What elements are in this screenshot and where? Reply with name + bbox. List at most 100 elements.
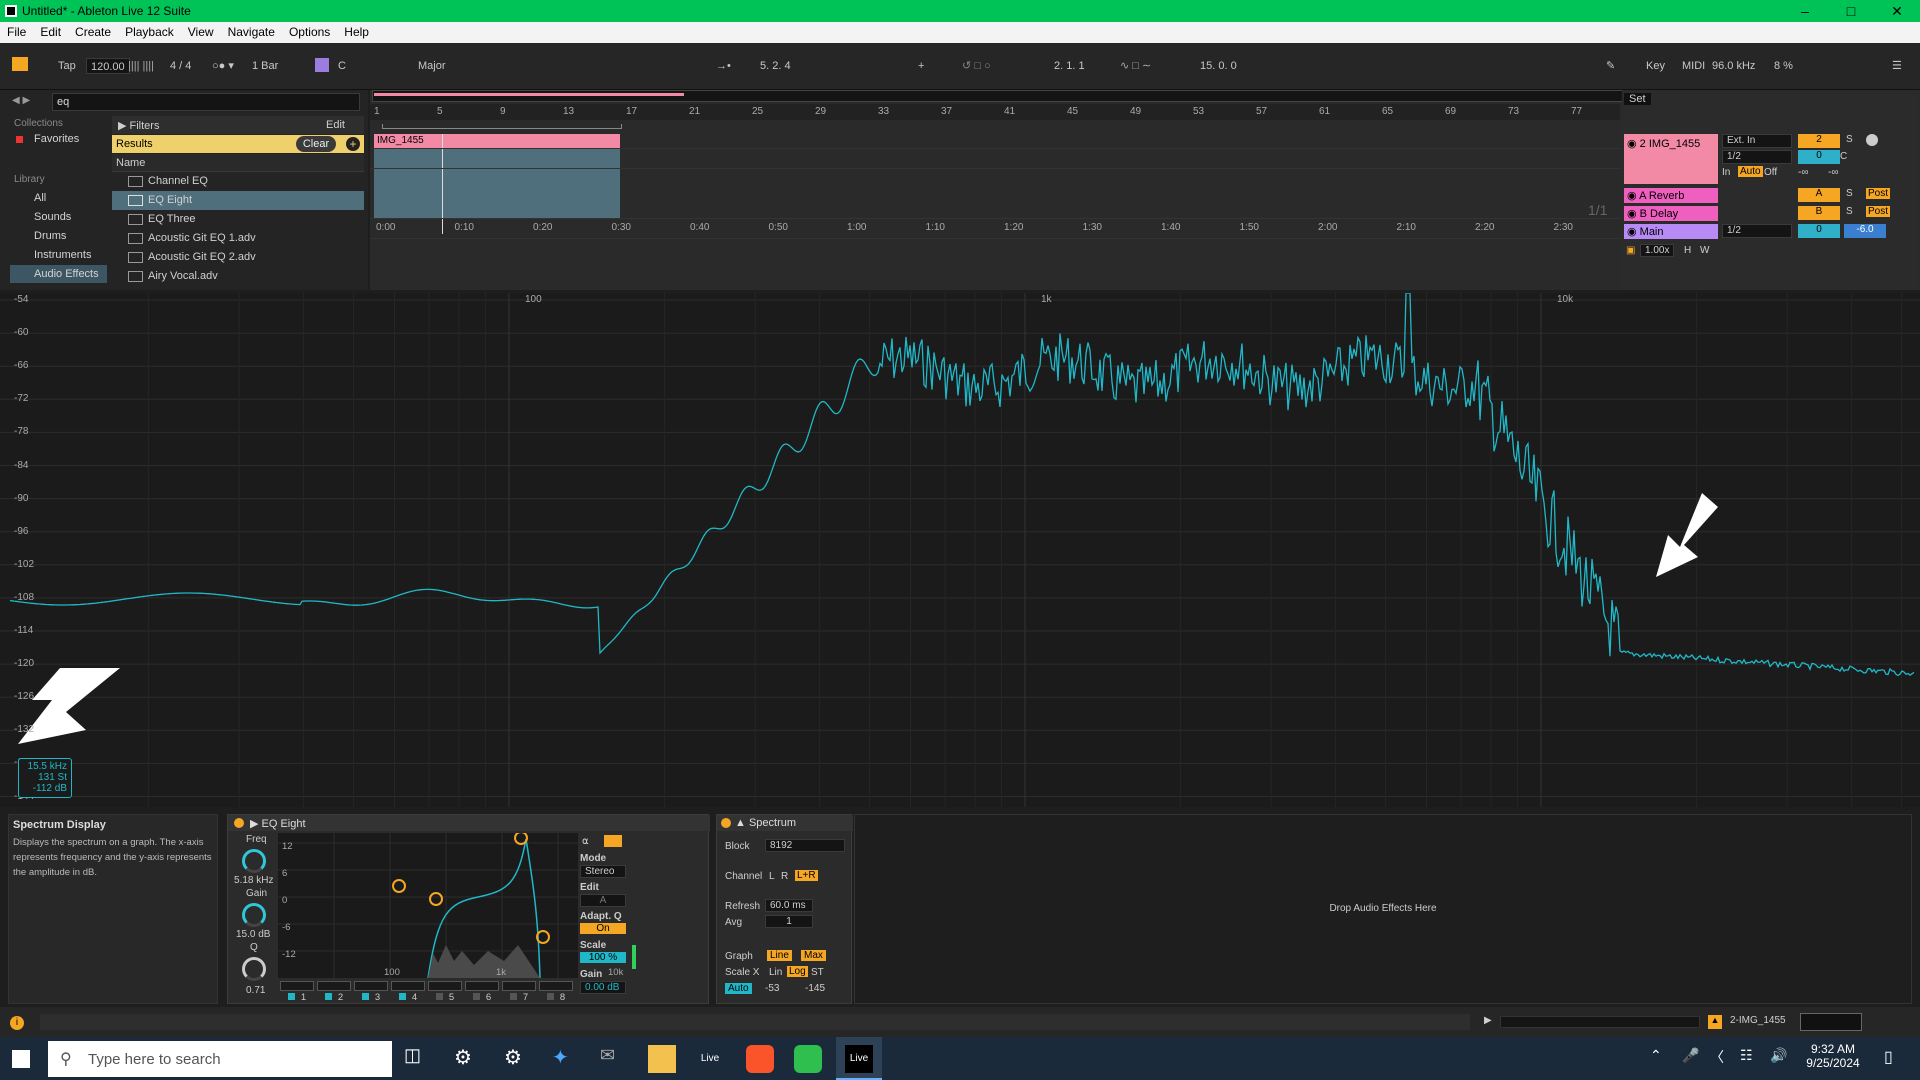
library-sounds[interactable]: Sounds: [34, 211, 71, 223]
task-view-icon[interactable]: ◫: [404, 1045, 432, 1073]
zoom-h[interactable]: H: [1684, 245, 1691, 256]
song-position[interactable]: 5. 2. 4: [760, 58, 791, 74]
filter-type-select[interactable]: [280, 981, 314, 991]
volume-icon[interactable]: 🔊: [1770, 1047, 1787, 1064]
browser-search-input[interactable]: eq: [52, 93, 360, 111]
return-b-solo[interactable]: S: [1846, 206, 1853, 217]
return-track-b[interactable]: ◉ B Delay: [1624, 206, 1718, 221]
freq-knob[interactable]: [242, 849, 266, 873]
track-volume[interactable]: 0: [1798, 150, 1840, 164]
device-on-icon[interactable]: [721, 818, 731, 828]
loop-length[interactable]: 15. 0. 0: [1200, 58, 1237, 74]
capture-icon[interactable]: ↺ □ ○: [962, 58, 991, 74]
metronome-icon[interactable]: |||| ||||: [128, 58, 154, 74]
selected-track-name[interactable]: 2-IMG_1455: [1730, 1015, 1786, 1026]
channel-lr[interactable]: L+R: [795, 870, 818, 881]
library-audio-effects[interactable]: Audio Effects: [34, 268, 99, 280]
band-enable-toggle[interactable]: [361, 993, 369, 1000]
graph-line[interactable]: Line: [767, 950, 792, 961]
eq-band-5[interactable]: 5: [428, 981, 462, 1003]
follow-icon[interactable]: ○● ▾: [212, 58, 234, 74]
back-forward-icon[interactable]: ◀ ▶: [12, 95, 30, 106]
range-high[interactable]: -145: [805, 983, 825, 994]
channel-l[interactable]: L: [769, 871, 775, 882]
menu-lines-icon[interactable]: ☰: [1892, 58, 1902, 74]
browser-item[interactable]: Channel EQ: [112, 172, 364, 191]
draw-mode-icon[interactable]: ✎: [1606, 58, 1615, 74]
refresh-value[interactable]: 60.0 ms: [765, 899, 813, 912]
scale-mode-icon[interactable]: [315, 58, 329, 72]
output-gain-value[interactable]: 0.00 dB: [580, 981, 626, 994]
menu-file[interactable]: File: [0, 22, 33, 42]
follow-arrow-icon[interactable]: →•: [716, 58, 731, 74]
track-pan[interactable]: C: [1840, 151, 1847, 162]
main-volume[interactable]: 0: [1798, 224, 1840, 238]
eq-band-7[interactable]: 7: [502, 981, 536, 1003]
clear-results-button[interactable]: Clear: [296, 136, 336, 152]
clip-name[interactable]: IMG_1455: [374, 134, 620, 148]
device-drop-zone[interactable]: Drop Audio Effects Here: [854, 814, 1912, 1004]
eq-band-6[interactable]: 6: [465, 981, 499, 1003]
menu-edit[interactable]: Edit: [33, 22, 68, 42]
input-channel-select[interactable]: 1/2: [1722, 150, 1792, 164]
eq-band-1[interactable]: 1: [280, 981, 314, 1003]
return-track-a[interactable]: ◉ A Reverb: [1624, 188, 1718, 203]
browser-item[interactable]: Acoustic Git EQ 2.adv: [112, 248, 364, 267]
scale-select[interactable]: Major: [418, 58, 446, 74]
minimize-button[interactable]: –: [1782, 0, 1828, 22]
mode-select[interactable]: Stereo: [580, 865, 626, 878]
graph-max[interactable]: Max: [801, 950, 826, 961]
collection-favorites[interactable]: Favorites: [34, 133, 79, 145]
eq-band-2[interactable]: 2: [317, 981, 351, 1003]
filter-type-select[interactable]: [465, 981, 499, 991]
scale-lin[interactable]: Lin: [769, 967, 782, 978]
device-on-icon[interactable]: [234, 818, 244, 828]
punch-icon[interactable]: ∿ □ ∼: [1120, 58, 1151, 74]
band-enable-toggle[interactable]: [324, 993, 332, 1000]
info-icon[interactable]: i: [10, 1016, 24, 1030]
scale-st[interactable]: ST: [811, 967, 824, 978]
mail-icon[interactable]: ✉: [600, 1045, 628, 1073]
midi-map-button[interactable]: MIDI: [1682, 58, 1705, 74]
q-value[interactable]: 0.71: [246, 985, 265, 996]
input-method-icon[interactable]: 〈: [1710, 1047, 1724, 1067]
input-type-select[interactable]: Ext. In: [1722, 134, 1792, 148]
return-b-post[interactable]: Post: [1866, 206, 1891, 217]
return-a-post[interactable]: Post: [1866, 188, 1891, 199]
browser-item[interactable]: EQ Three: [112, 210, 364, 229]
freq-value[interactable]: 5.18 kHz: [234, 875, 273, 886]
eq-band-8[interactable]: 8: [539, 981, 573, 1003]
close-button[interactable]: ✕: [1874, 0, 1920, 22]
key-select[interactable]: C: [338, 58, 346, 74]
add-icon[interactable]: +: [346, 137, 360, 151]
loop-brace[interactable]: [382, 124, 622, 129]
block-select[interactable]: 8192: [765, 839, 845, 852]
scale-log[interactable]: Log: [787, 966, 808, 977]
return-b-letter[interactable]: B: [1798, 206, 1840, 220]
edit-filters-button[interactable]: Edit: [326, 119, 345, 131]
main-track[interactable]: ◉ Main: [1624, 224, 1718, 239]
play-preview-icon[interactable]: ▶: [1484, 1015, 1492, 1026]
monitor-in[interactable]: In: [1722, 167, 1730, 178]
track-activator-icon[interactable]: ◉: [1627, 138, 1637, 150]
microphone-icon[interactable]: 🎤: [1682, 1047, 1699, 1064]
notifications-icon[interactable]: ▯: [1884, 1047, 1893, 1067]
edit-select[interactable]: A: [580, 894, 626, 907]
quantize-select[interactable]: 1 Bar: [252, 58, 278, 74]
filter-type-select[interactable]: [428, 981, 462, 991]
filter-type-select[interactable]: [502, 981, 536, 991]
range-low[interactable]: -53: [765, 983, 779, 994]
network-icon[interactable]: ☷: [1740, 1047, 1753, 1064]
menu-playback[interactable]: Playback: [118, 22, 181, 42]
monitor-auto[interactable]: Auto: [1738, 166, 1763, 177]
scale-value[interactable]: 100 %: [580, 952, 626, 963]
preview-scrub[interactable]: [1500, 1016, 1700, 1028]
band-enable-toggle[interactable]: [509, 993, 517, 1000]
set-button[interactable]: Set: [1624, 93, 1651, 105]
analyze-toggle[interactable]: [604, 835, 622, 847]
menu-help[interactable]: Help: [337, 22, 376, 42]
library-drums[interactable]: Drums: [34, 230, 66, 242]
vpn-lock-icon[interactable]: [794, 1045, 822, 1073]
menu-view[interactable]: View: [181, 22, 221, 42]
eq-curve-display[interactable]: [278, 833, 578, 978]
